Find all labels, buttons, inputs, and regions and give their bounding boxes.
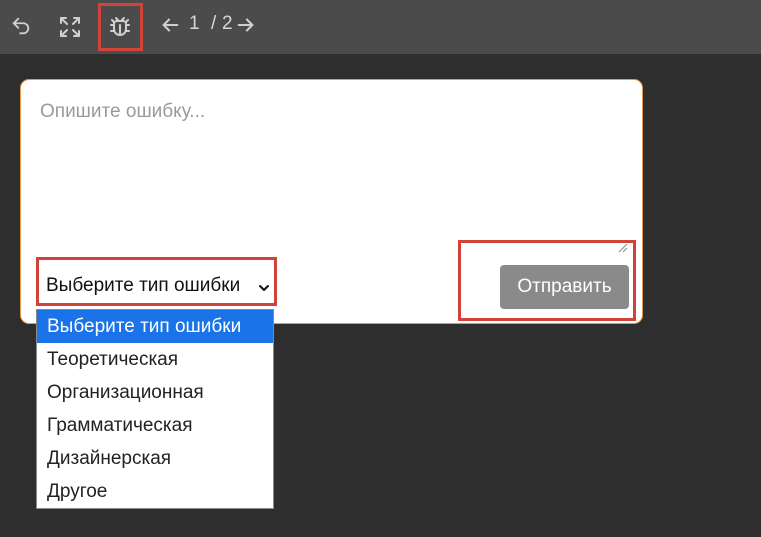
dropdown-option-theoretical[interactable]: Теоретическая	[37, 343, 273, 376]
arrow-left-icon[interactable]	[158, 13, 182, 37]
dropdown-option-other[interactable]: Другое	[37, 475, 273, 508]
page-total: 2	[222, 13, 233, 34]
submit-button[interactable]: Отправить	[500, 265, 629, 309]
toolbar: 1 / 2	[0, 0, 761, 54]
error-type-select[interactable]: Выберите тип ошибки	[46, 275, 240, 297]
bug-icon-highlight	[98, 3, 143, 51]
dropdown-option-design[interactable]: Дизайнерская	[37, 442, 273, 475]
dropdown-option-grammatical[interactable]: Грамматическая	[37, 409, 273, 442]
dropdown-option-organizational[interactable]: Организационная	[37, 376, 273, 409]
arrow-right-icon[interactable]	[234, 13, 258, 37]
error-type-dropdown: Выберите тип ошибки Теоретическая Органи…	[36, 309, 274, 509]
chevron-down-icon[interactable]	[258, 280, 270, 298]
error-description-textarea[interactable]	[21, 81, 631, 251]
page-current: 1	[189, 13, 200, 34]
dropdown-option-select-type[interactable]: Выберите тип ошибки	[37, 310, 273, 343]
fullscreen-icon[interactable]	[56, 13, 84, 41]
page-separator: /	[211, 13, 217, 34]
undo-icon[interactable]	[8, 13, 34, 39]
